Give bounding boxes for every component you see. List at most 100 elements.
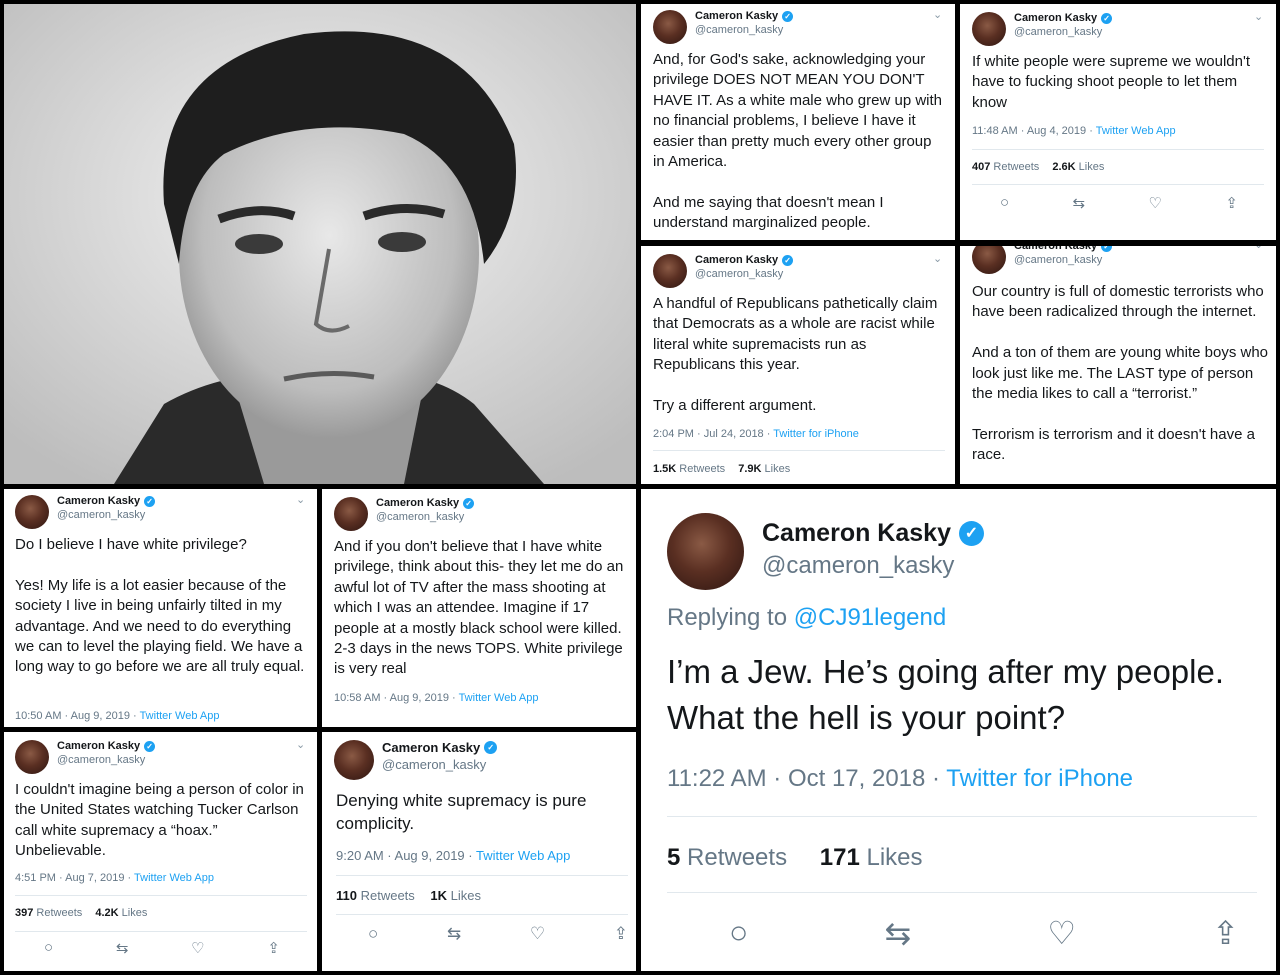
divider xyxy=(336,914,628,915)
tweet-card[interactable]: Cameron Kasky ✓ @cameron_kasky ⌄ Our coun… xyxy=(960,246,1276,484)
user-handle[interactable]: @cameron_kasky xyxy=(695,24,793,36)
tweet-text: If white people were supreme we wouldn't… xyxy=(972,53,1251,111)
chevron-down-icon[interactable]: ⌄ xyxy=(933,252,942,265)
tweet-source-link[interactable]: Twitter for iPhone xyxy=(946,765,1133,792)
tweet-card[interactable]: Cameron Kasky ✓ @cameron_kasky ⌄ I couldn… xyxy=(4,732,317,971)
tweet-stats: 110 Retweets 1K Likes xyxy=(336,888,481,903)
tweet-text: A handful of Republicans pathetically cl… xyxy=(653,295,938,415)
avatar[interactable] xyxy=(334,740,374,780)
avatar[interactable] xyxy=(334,497,368,531)
verified-badge-icon: ✓ xyxy=(958,521,984,546)
chevron-down-icon[interactable]: ⌄ xyxy=(1254,10,1263,23)
tweet-card[interactable]: Cameron Kasky ✓ @cameron_kasky And if you… xyxy=(322,489,636,727)
user-handle[interactable]: @cameron_kasky xyxy=(57,754,155,766)
heart-icon[interactable]: ♡ xyxy=(530,924,545,944)
tweet-card[interactable]: Cameron Kasky ✓ @cameron_kasky ⌄ Do I bel… xyxy=(4,489,317,727)
reply-icon[interactable]: ○ xyxy=(368,924,378,944)
tweet-source-link[interactable]: Twitter Web App xyxy=(459,692,539,704)
retweet-icon[interactable]: ⇆ xyxy=(1073,194,1086,212)
tweet-card[interactable]: Cameron Kasky ✓ @cameron_kasky Denying wh… xyxy=(322,732,636,971)
verified-badge-icon: ✓ xyxy=(782,254,794,266)
reply-icon[interactable]: ○ xyxy=(729,914,748,952)
tweet-header: Cameron Kasky ✓ @cameron_kasky xyxy=(653,254,794,288)
chevron-down-icon[interactable]: ⌄ xyxy=(296,493,305,506)
verified-badge-icon: ✓ xyxy=(144,740,156,752)
user-name[interactable]: Cameron Kasky xyxy=(57,740,140,752)
tweet-text: Our country is full of domestic terroris… xyxy=(972,283,1269,464)
portrait-photo xyxy=(4,4,636,484)
user-name[interactable]: Cameron Kasky xyxy=(695,10,778,22)
user-handle[interactable]: @cameron_kasky xyxy=(376,511,474,523)
heart-icon[interactable]: ♡ xyxy=(1047,914,1076,952)
tweet-card[interactable]: Cameron Kasky ✓ @cameron_kasky ⌄ A handfu… xyxy=(641,246,955,484)
user-name[interactable]: Cameron Kasky xyxy=(1014,246,1097,252)
like-count[interactable]: 171 Likes xyxy=(820,844,923,871)
user-handle[interactable]: @cameron_kasky xyxy=(695,268,793,280)
user-handle[interactable]: @cameron_kasky xyxy=(1014,254,1112,266)
replying-to-link[interactable]: @CJ91legend xyxy=(794,604,946,631)
retweet-icon[interactable]: ⇆ xyxy=(447,924,461,944)
retweet-count[interactable]: 407 Retweets xyxy=(972,161,1039,173)
tweet-timestamp: 11:48 AM · Aug 4, 2019 · Twitter Web App xyxy=(972,125,1176,137)
tweet-text: I couldn't imagine being a person of col… xyxy=(15,781,304,860)
like-count[interactable]: 4.2K Likes xyxy=(95,907,147,919)
avatar[interactable] xyxy=(972,12,1006,46)
like-count[interactable]: 7.9K Likes xyxy=(738,463,790,475)
chevron-down-icon[interactable]: ⌄ xyxy=(296,738,305,751)
user-handle[interactable]: @cameron_kasky xyxy=(762,552,984,580)
avatar[interactable] xyxy=(972,246,1006,274)
tweet-header: Cameron Kasky ✓ @cameron_kasky xyxy=(334,497,475,531)
tweet-source-link[interactable]: Twitter Web App xyxy=(134,872,214,884)
user-handle[interactable]: @cameron_kasky xyxy=(57,509,155,521)
share-icon[interactable]: ⇪ xyxy=(1212,914,1239,952)
avatar[interactable] xyxy=(15,495,49,529)
tweet-text: Denying white supremacy is pure complici… xyxy=(336,791,587,833)
user-name[interactable]: Cameron Kasky xyxy=(762,519,951,548)
tweet-source-link[interactable]: Twitter Web App xyxy=(1096,125,1176,137)
reply-icon[interactable]: ○ xyxy=(44,939,53,957)
avatar[interactable] xyxy=(653,10,687,44)
share-icon[interactable]: ⇪ xyxy=(614,924,628,944)
tweet-source-link[interactable]: Twitter for iPhone xyxy=(773,428,859,440)
tweet-source-link[interactable]: Twitter Web App xyxy=(140,710,220,722)
chevron-down-icon[interactable]: ⌄ xyxy=(1254,246,1263,251)
user-handle[interactable]: @cameron_kasky xyxy=(1014,26,1112,38)
share-icon[interactable]: ⇪ xyxy=(1225,194,1238,212)
share-icon[interactable]: ⇪ xyxy=(267,939,280,957)
user-name[interactable]: Cameron Kasky xyxy=(1014,12,1097,24)
tweet-text: Do I believe I have white privilege? Yes… xyxy=(15,536,305,676)
avatar[interactable] xyxy=(667,513,744,590)
user-name[interactable]: Cameron Kasky xyxy=(695,254,778,266)
chevron-down-icon[interactable]: ⌄ xyxy=(933,8,942,21)
verified-badge-icon: ✓ xyxy=(463,497,475,509)
retweet-count[interactable]: 5 Retweets xyxy=(667,844,787,871)
retweet-icon[interactable]: ⇆ xyxy=(884,914,911,952)
retweet-count[interactable]: 1.5K Retweets xyxy=(653,463,725,475)
reply-icon[interactable]: ○ xyxy=(1000,194,1009,212)
retweet-count[interactable]: 397 Retweets xyxy=(15,907,82,919)
user-name[interactable]: Cameron Kasky xyxy=(57,495,140,507)
like-count[interactable]: 1K Likes xyxy=(430,888,481,903)
avatar[interactable] xyxy=(15,740,49,774)
user-handle[interactable]: @cameron_kasky xyxy=(382,757,497,772)
tweet-header: Cameron Kasky ✓ @cameron_kasky xyxy=(653,10,794,44)
avatar[interactable] xyxy=(653,254,687,288)
tweet-source-link[interactable]: Twitter Web App xyxy=(476,848,570,863)
like-count[interactable]: 2.6K Likes xyxy=(1052,161,1104,173)
tweet-card[interactable]: Cameron Kasky ✓ @cameron_kasky ⌄ And, for… xyxy=(641,4,955,240)
tweet-timestamp: 9:20 AM · Aug 9, 2019 · Twitter Web App xyxy=(336,848,571,863)
tweet-header: Cameron Kasky ✓ @cameron_kasky xyxy=(972,12,1113,46)
tweet-timestamp: 10:50 AM · Aug 9, 2019 · Twitter Web App xyxy=(15,710,220,722)
heart-icon[interactable]: ♡ xyxy=(191,939,204,957)
tweet-card[interactable]: Cameron Kasky ✓ @cameron_kasky ⌄ If white… xyxy=(960,4,1276,240)
tweet-card-large[interactable]: Cameron Kasky ✓ @cameron_kasky Replying t… xyxy=(641,489,1276,971)
tweet-timestamp: 4:51 PM · Aug 7, 2019 · Twitter Web App xyxy=(15,872,214,884)
user-name[interactable]: Cameron Kasky xyxy=(382,740,480,755)
tweet-stats: 397 Retweets 4.2K Likes xyxy=(15,907,147,919)
user-name[interactable]: Cameron Kasky xyxy=(376,497,459,509)
retweet-icon[interactable]: ⇆ xyxy=(116,939,129,957)
divider xyxy=(653,450,945,451)
retweet-count[interactable]: 110 Retweets xyxy=(336,888,415,903)
heart-icon[interactable]: ♡ xyxy=(1149,194,1162,212)
divider xyxy=(15,895,307,896)
